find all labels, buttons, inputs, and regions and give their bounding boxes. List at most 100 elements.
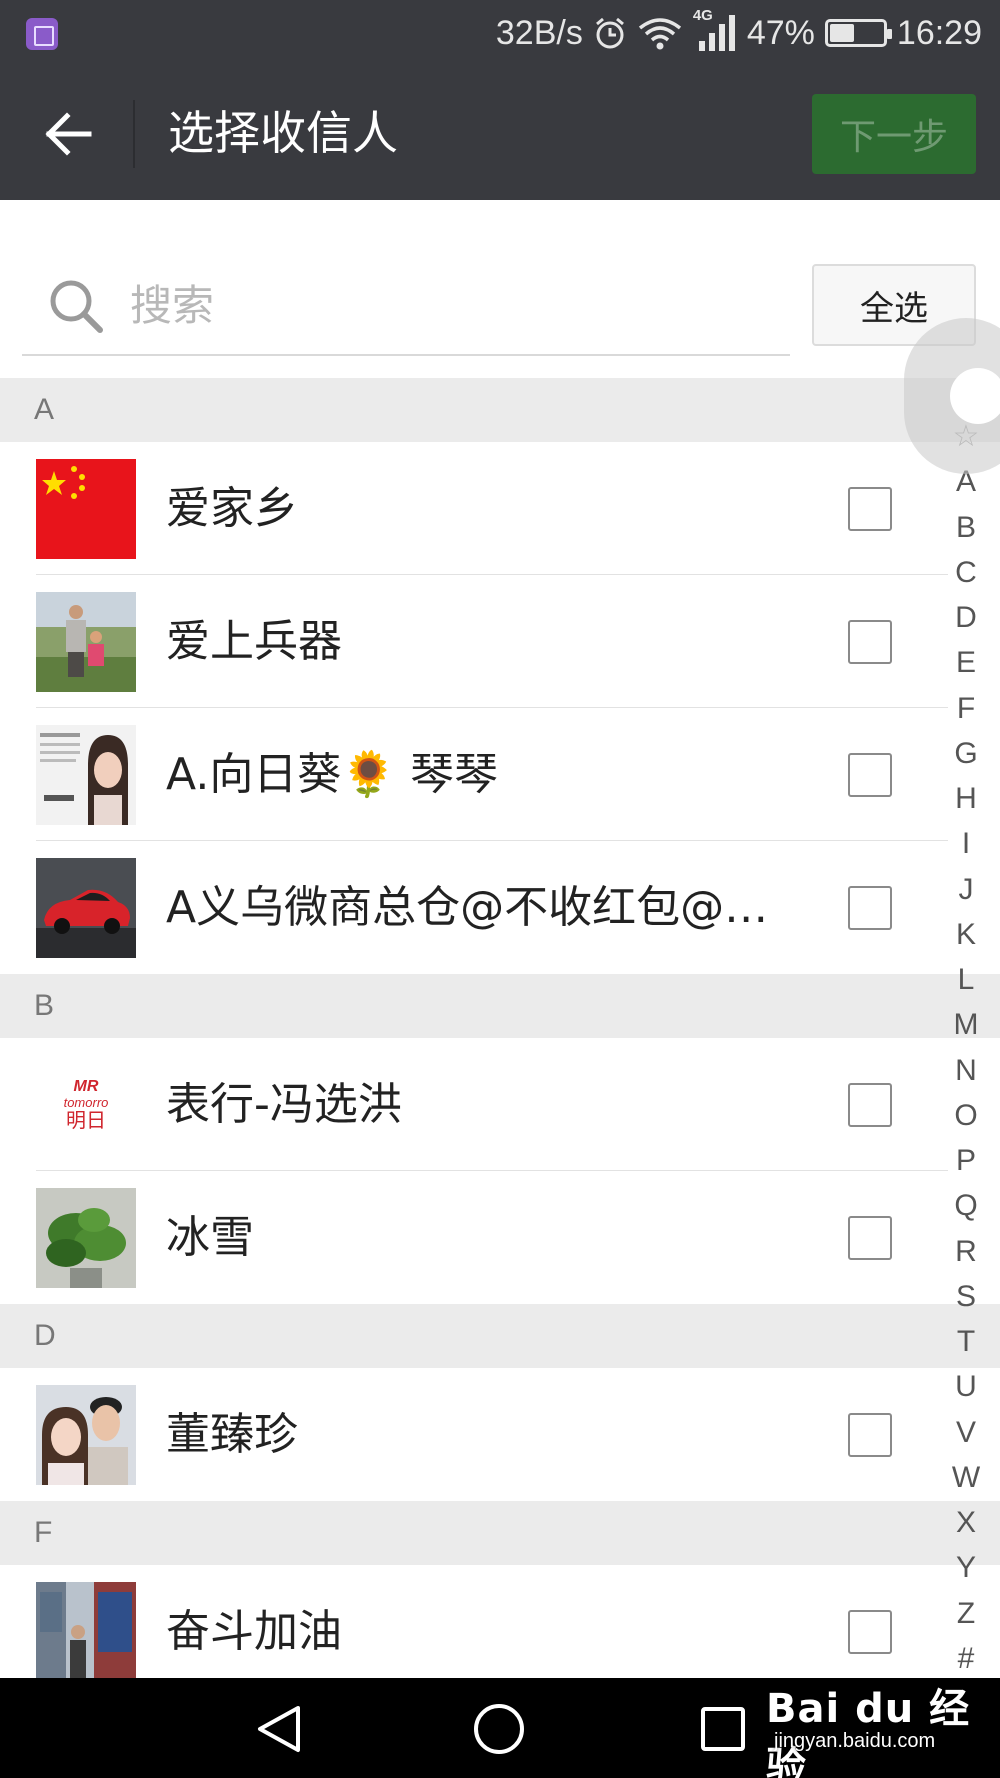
list-item[interactable]: 爱家乡 bbox=[0, 442, 1000, 575]
cell-signal-icon: 4G bbox=[693, 7, 737, 53]
index-letter[interactable]: L bbox=[958, 965, 975, 995]
contact-name: 爱上兵器 bbox=[166, 616, 342, 667]
index-letter[interactable]: I bbox=[962, 829, 970, 859]
list-item[interactable]: A.向日葵🌻 琴琴 bbox=[0, 708, 1000, 841]
status-bar: 32B/s 4G 47% 16:29 bbox=[0, 0, 1000, 66]
contact-name: 奋斗加油 bbox=[166, 1606, 342, 1657]
contact-name: 爱家乡 bbox=[166, 483, 298, 534]
index-letter[interactable]: J bbox=[959, 874, 974, 905]
select-checkbox[interactable] bbox=[848, 1413, 892, 1457]
nav-home-icon[interactable] bbox=[472, 1702, 526, 1756]
index-letter[interactable]: Y bbox=[956, 1553, 976, 1583]
avatar bbox=[36, 1188, 136, 1288]
gallery-notification-icon bbox=[26, 18, 58, 50]
search-box bbox=[22, 250, 790, 356]
contact-name: A.向日葵🌻 琴琴 bbox=[166, 749, 499, 800]
next-step-button[interactable]: 下一步 bbox=[812, 94, 976, 174]
list-item[interactable]: 奋斗加油 bbox=[0, 1565, 1000, 1678]
list-item[interactable]: 董臻珍 bbox=[0, 1368, 1000, 1501]
section-header: D bbox=[0, 1304, 1000, 1368]
search-icon bbox=[50, 280, 103, 333]
index-letter[interactable]: Q bbox=[954, 1191, 977, 1221]
index-letter[interactable]: G bbox=[954, 738, 977, 769]
section-header: F bbox=[0, 1501, 1000, 1565]
battery-percent: 47% bbox=[746, 13, 815, 52]
index-letter[interactable]: U bbox=[955, 1372, 977, 1402]
section-header: B bbox=[0, 974, 1000, 1038]
plant-photo-avatar bbox=[36, 1188, 136, 1288]
select-checkbox[interactable] bbox=[848, 753, 892, 797]
avatar bbox=[36, 1385, 136, 1485]
outdoor-photo-avatar bbox=[36, 592, 136, 692]
select-checkbox[interactable] bbox=[848, 1610, 892, 1654]
red-car-avatar bbox=[36, 858, 136, 958]
avatar: MR tomorro 明日 bbox=[36, 1055, 136, 1155]
avatar bbox=[36, 1582, 136, 1678]
nav-back-icon[interactable] bbox=[254, 1704, 304, 1754]
contact-name: 表行-冯选洪 bbox=[166, 1079, 402, 1130]
contact-name: 董臻珍 bbox=[166, 1409, 298, 1460]
list-item[interactable]: A义乌微商总仓@不收红包@诚... bbox=[0, 841, 1000, 974]
select-checkbox[interactable] bbox=[848, 1216, 892, 1260]
index-letter[interactable]: F bbox=[957, 693, 975, 724]
couple-photo-avatar bbox=[36, 1385, 136, 1485]
search-row: 全选 bbox=[0, 200, 1000, 378]
index-letter[interactable]: R bbox=[955, 1236, 977, 1267]
alarm-icon bbox=[595, 17, 624, 49]
net-speed: 32B/s bbox=[495, 13, 583, 52]
action-bar: 选择收信人 下一步 bbox=[0, 66, 1000, 200]
watermark-brand: Bai du 经验 bbox=[766, 1686, 971, 1778]
index-letter[interactable]: V bbox=[956, 1417, 976, 1448]
index-letter[interactable]: E bbox=[956, 648, 976, 678]
index-letter[interactable]: S bbox=[956, 1281, 976, 1312]
list-item[interactable]: MR tomorro 明日 表行-冯选洪 bbox=[0, 1038, 1000, 1171]
select-checkbox[interactable] bbox=[848, 620, 892, 664]
logo-text: 明日 bbox=[66, 1107, 106, 1132]
contact-name: 冰雪 bbox=[166, 1212, 254, 1263]
status-indicators: 32B/s 4G 47% 16:29 bbox=[496, 0, 982, 66]
list-item[interactable]: 冰雪 bbox=[0, 1171, 1000, 1304]
index-letter[interactable]: M bbox=[954, 1010, 979, 1040]
index-letter[interactable]: W bbox=[952, 1462, 980, 1493]
search-input[interactable] bbox=[130, 272, 770, 338]
index-letter[interactable]: B bbox=[956, 512, 976, 543]
avatar bbox=[36, 459, 136, 559]
avatar bbox=[36, 592, 136, 692]
floating-assistant-button[interactable] bbox=[904, 318, 1000, 474]
index-letter[interactable]: O bbox=[954, 1100, 977, 1131]
wifi-icon bbox=[638, 18, 681, 50]
battery-level bbox=[829, 24, 855, 42]
watermark-url: jingyan.baidu.com bbox=[774, 1730, 936, 1752]
index-letter[interactable]: N bbox=[955, 1055, 977, 1086]
portrait-photo-avatar bbox=[36, 725, 136, 825]
baidu-jingyan-watermark: Bai du 经验 jingyan.baidu.com bbox=[762, 1668, 992, 1778]
contact-name: A义乌微商总仓@不收红包@诚... bbox=[166, 882, 796, 933]
index-letter[interactable]: X bbox=[956, 1508, 976, 1538]
nav-recent-apps-icon[interactable] bbox=[700, 1706, 746, 1752]
index-letter[interactable]: D bbox=[955, 603, 977, 633]
index-letter[interactable]: C bbox=[955, 557, 977, 588]
alphabet-index[interactable]: ☆ABCDEFGHIJKLMNOPQRSTUVWXYZ# bbox=[940, 422, 992, 1674]
clock: 16:29 bbox=[896, 13, 982, 52]
logo-text: MR bbox=[73, 1078, 99, 1096]
arrow-left-icon bbox=[45, 112, 92, 156]
logo-avatar: MR tomorro 明日 bbox=[36, 1055, 136, 1155]
index-letter[interactable]: H bbox=[955, 784, 977, 814]
avatar bbox=[36, 725, 136, 825]
avatar bbox=[36, 858, 136, 958]
street-photo-avatar bbox=[36, 1582, 136, 1678]
index-letter[interactable]: K bbox=[956, 919, 976, 950]
index-letter[interactable]: P bbox=[956, 1146, 976, 1176]
page-title: 选择收信人 bbox=[168, 106, 398, 160]
contact-list[interactable]: A 爱家乡 爱上兵器 A.向日葵🌻 琴琴 A义乌微商总仓@不收红包@诚... B… bbox=[0, 378, 1000, 1678]
list-item[interactable]: 爱上兵器 bbox=[0, 575, 1000, 708]
index-letter[interactable]: T bbox=[957, 1327, 975, 1357]
select-checkbox[interactable] bbox=[848, 1083, 892, 1127]
battery-icon bbox=[824, 19, 892, 47]
index-letter[interactable]: Z bbox=[957, 1598, 975, 1629]
select-checkbox[interactable] bbox=[848, 487, 892, 531]
divider bbox=[133, 100, 135, 168]
back-button[interactable] bbox=[30, 96, 106, 172]
flag-avatar-image bbox=[36, 459, 136, 559]
select-checkbox[interactable] bbox=[848, 886, 892, 930]
